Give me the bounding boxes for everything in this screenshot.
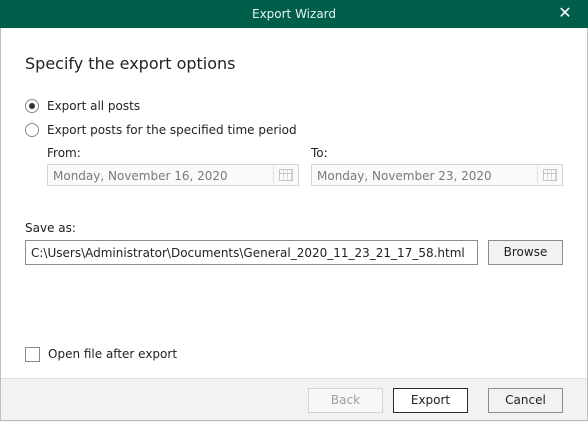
calendar-icon — [279, 169, 293, 181]
export-period-label: Export posts for the specified time peri… — [47, 123, 297, 137]
from-date-field[interactable]: Monday, November 16, 2020 — [47, 164, 299, 186]
to-label: To: — [311, 146, 328, 160]
save-path-value: C:\Users\Administrator\Documents\General… — [31, 246, 465, 260]
save-as-label: Save as: — [25, 221, 76, 235]
export-period-radio[interactable] — [25, 123, 39, 137]
window-title: Export Wizard — [251, 7, 337, 21]
close-icon[interactable]: ✕ — [556, 4, 574, 22]
open-after-export-option[interactable]: Open file after export — [25, 345, 177, 363]
export-all-label: Export all posts — [47, 99, 141, 113]
cancel-button[interactable]: Cancel — [488, 388, 563, 413]
from-date-value: Monday, November 16, 2020 — [53, 169, 228, 183]
browse-button[interactable]: Browse — [488, 240, 563, 265]
page-title: Specify the export options — [25, 54, 236, 73]
from-label: From: — [47, 146, 81, 160]
open-after-export-label: Open file after export — [48, 347, 178, 361]
open-after-export-checkbox[interactable] — [25, 346, 40, 362]
export-all-option[interactable]: Export all posts — [25, 97, 140, 115]
dialog-footer: Back Export Cancel — [0, 378, 588, 422]
to-date-field[interactable]: Monday, November 23, 2020 — [311, 164, 563, 186]
from-calendar-button[interactable] — [273, 165, 298, 185]
export-wizard-dialog: Export Wizard ✕ Specify the export optio… — [0, 0, 588, 422]
export-period-option[interactable]: Export posts for the specified time peri… — [25, 121, 297, 139]
export-all-radio[interactable] — [25, 99, 39, 113]
back-button[interactable]: Back — [308, 388, 383, 413]
to-calendar-button[interactable] — [537, 165, 562, 185]
save-path-input[interactable]: C:\Users\Administrator\Documents\General… — [25, 240, 478, 265]
to-date-value: Monday, November 23, 2020 — [317, 169, 492, 183]
title-bar: Export Wizard ✕ — [0, 0, 588, 28]
calendar-icon — [543, 169, 557, 181]
export-button[interactable]: Export — [393, 388, 468, 413]
